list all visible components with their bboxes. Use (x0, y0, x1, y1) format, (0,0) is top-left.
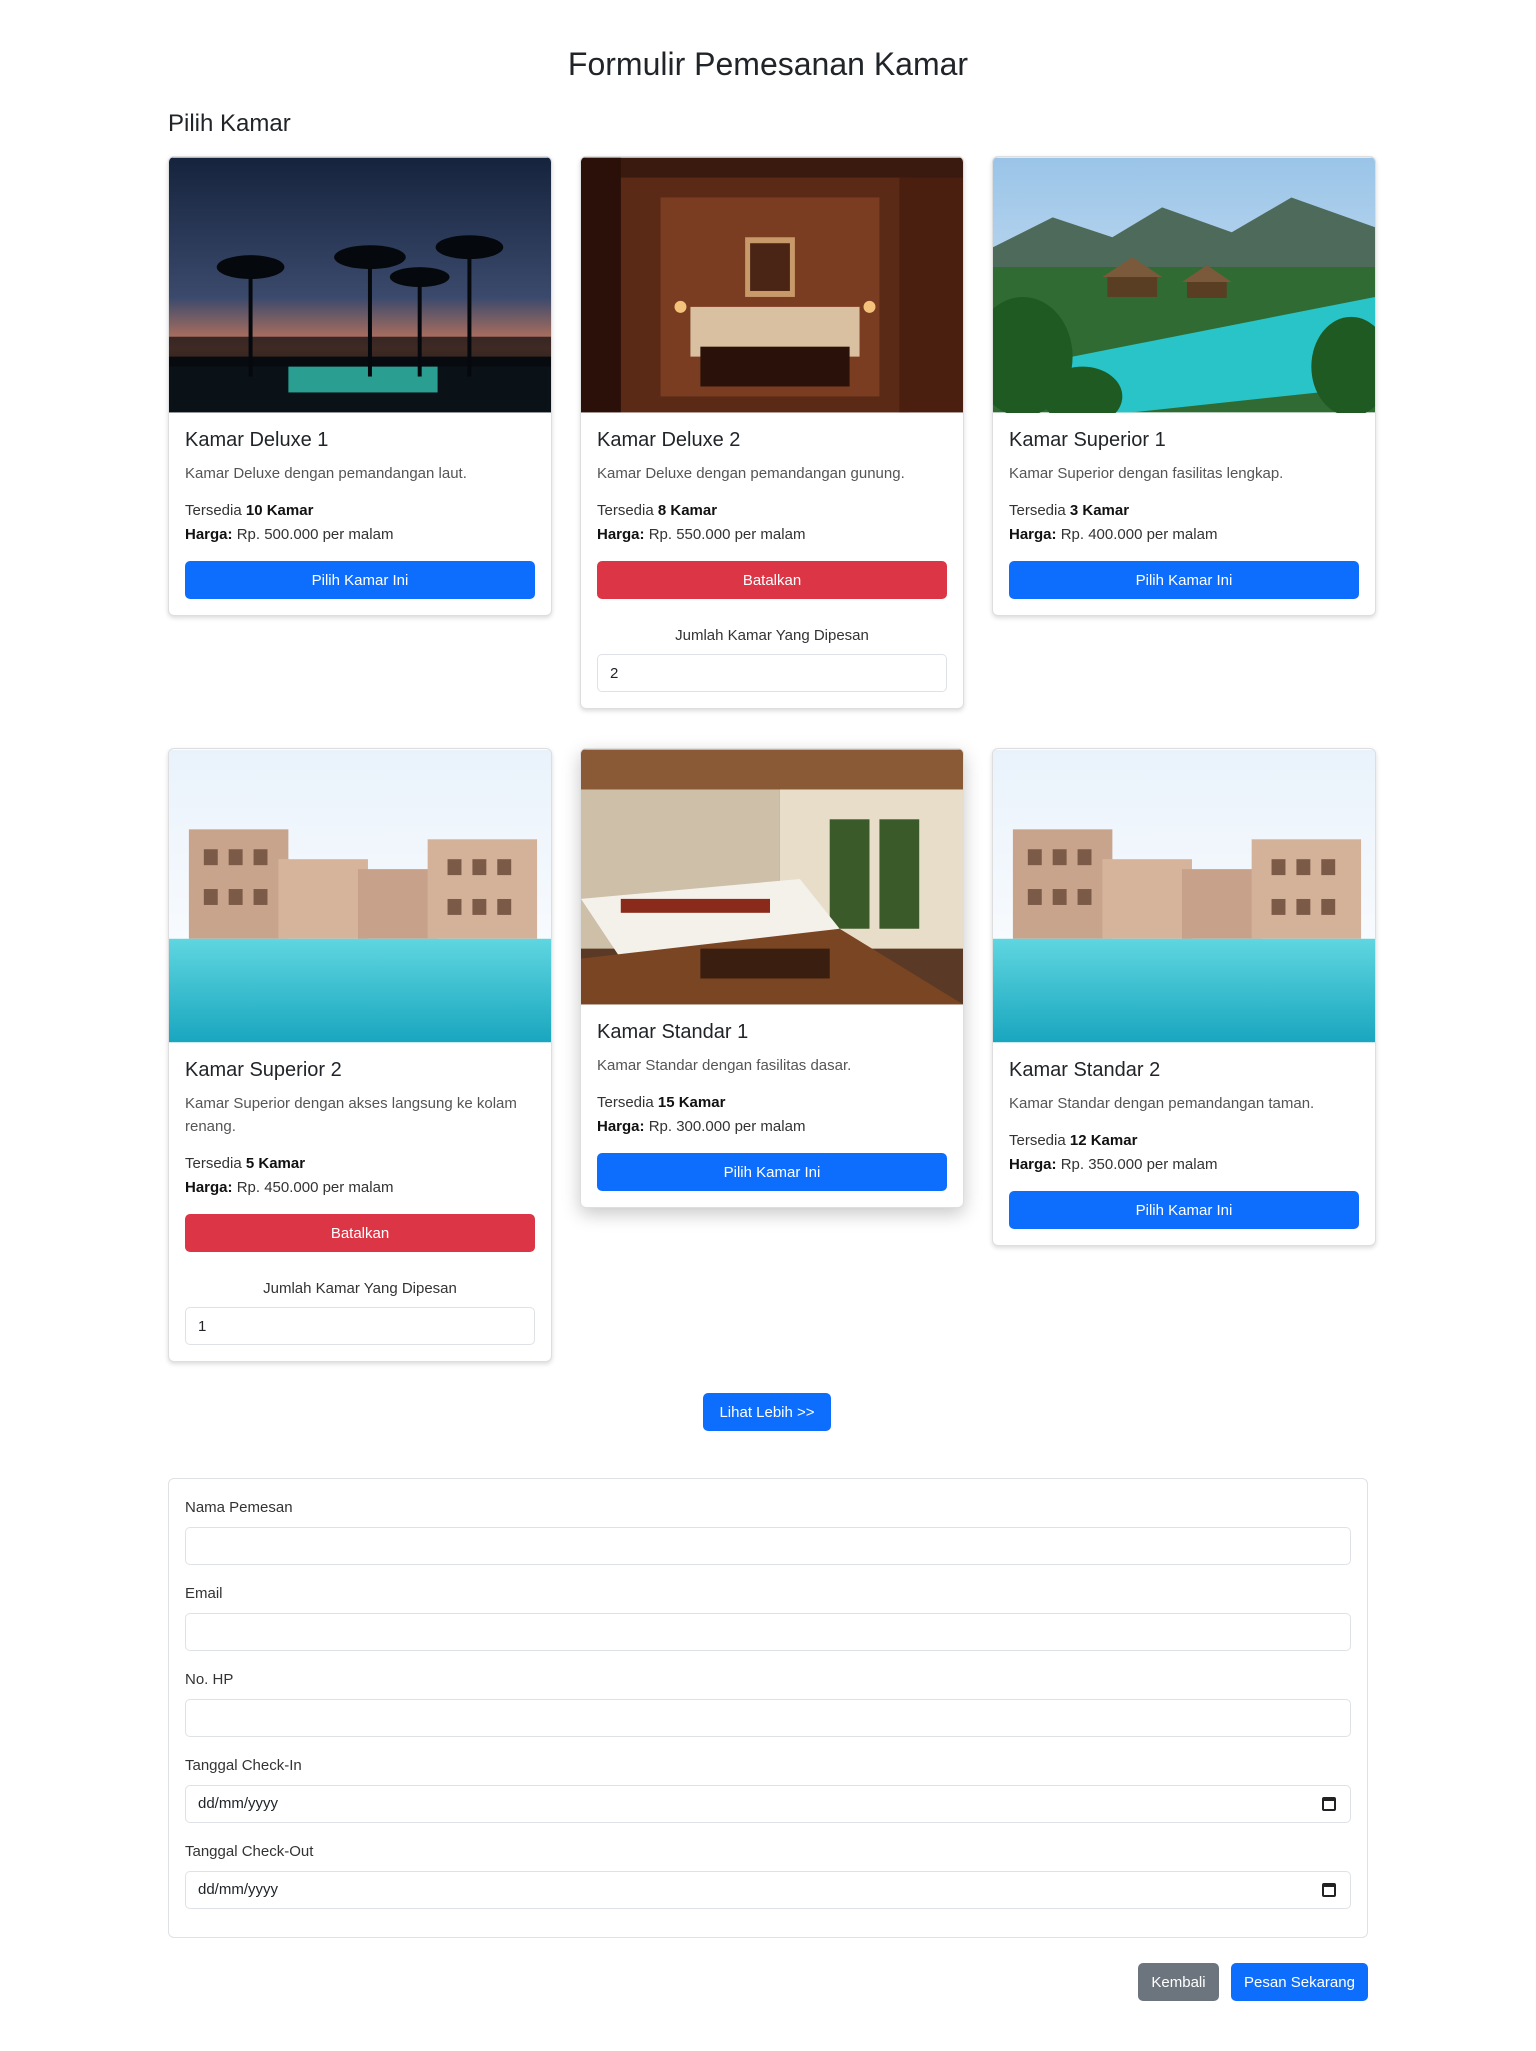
availability-count: 8 Kamar (657, 502, 718, 519)
room-card-superior-2: Kamar Superior 2 Kamar Superior dengan a… (168, 748, 552, 1362)
room-name: Kamar Deluxe 1 (185, 429, 329, 451)
page-title: Formulir Pemesanan Kamar (567, 46, 969, 82)
quantity-label: Jumlah Kamar Yang Dipesan (263, 1280, 457, 1297)
price-value: Rp. 500.000 per malam (236, 526, 394, 543)
cancel-room-button[interactable]: Batalkan (185, 1214, 535, 1252)
availability-count: 12 Kamar (1069, 1132, 1138, 1149)
quantity-input[interactable] (185, 1307, 535, 1345)
room-name: Kamar Standar 1 (597, 1021, 749, 1043)
availability-prefix: Tersedia (185, 1155, 242, 1172)
price-value: Rp. 450.000 per malam (236, 1179, 394, 1196)
checkout-label: Tanggal Check-Out (185, 1843, 314, 1860)
price-label: Harga: (597, 1118, 645, 1135)
price-label: Harga: (1009, 526, 1057, 543)
availability-count: 10 Kamar (245, 502, 314, 519)
select-room-button[interactable]: Pilih Kamar Ini (1009, 1191, 1359, 1229)
booking-form: Nama Pemesan Email No. HP Tanggal Check-… (168, 1478, 1368, 1938)
room-name: Kamar Standar 2 (1009, 1059, 1161, 1081)
calendar-icon[interactable] (1322, 1797, 1336, 1811)
checkin-label: Tanggal Check-In (185, 1757, 302, 1774)
room-description: Kamar Superior dengan akses langsung ke … (185, 1095, 517, 1135)
availability-count: 3 Kamar (1069, 502, 1130, 519)
room-description: Kamar Deluxe dengan pemandangan laut. (185, 465, 467, 482)
room-name: Kamar Superior 2 (185, 1059, 342, 1081)
order-now-button[interactable]: Pesan Sekarang (1231, 1963, 1368, 2001)
price-value: Rp. 550.000 per malam (648, 526, 806, 543)
back-button[interactable]: Kembali (1138, 1963, 1219, 2001)
availability-prefix: Tersedia (597, 1094, 654, 1111)
cancel-room-button[interactable]: Batalkan (597, 561, 947, 599)
price-label: Harga: (597, 526, 645, 543)
room-card-standar-2: Kamar Standar 2 Kamar Standar dengan pem… (992, 748, 1376, 1246)
phone-label: No. HP (185, 1671, 234, 1688)
select-room-button[interactable]: Pilih Kamar Ini (1009, 561, 1359, 599)
select-room-button[interactable]: Pilih Kamar Ini (597, 1153, 947, 1191)
name-label: Nama Pemesan (185, 1499, 293, 1516)
room-card-deluxe-1: Kamar Deluxe 1 Kamar Deluxe dengan peman… (168, 156, 552, 616)
availability-prefix: Tersedia (597, 502, 654, 519)
room-card-superior-1: Kamar Superior 1 Kamar Superior dengan f… (992, 156, 1376, 616)
room-photo (581, 749, 963, 1005)
calendar-icon[interactable] (1322, 1883, 1336, 1897)
name-input[interactable] (185, 1527, 1351, 1565)
room-name: Kamar Deluxe 2 (597, 429, 741, 451)
room-card-deluxe-2: Kamar Deluxe 2 Kamar Deluxe dengan peman… (580, 156, 964, 709)
price-value: Rp. 400.000 per malam (1060, 526, 1218, 543)
price-label: Harga: (1009, 1156, 1057, 1173)
availability-prefix: Tersedia (185, 502, 242, 519)
room-description: Kamar Standar dengan fasilitas dasar. (597, 1057, 852, 1074)
checkout-date-input[interactable]: dd/mm/yyyy (185, 1871, 1351, 1909)
room-description: Kamar Superior dengan fasilitas lengkap. (1009, 465, 1284, 482)
section-title: Pilih Kamar (168, 110, 291, 137)
price-label: Harga: (185, 526, 233, 543)
room-photo (581, 157, 963, 413)
room-name: Kamar Superior 1 (1009, 429, 1166, 451)
room-photo (169, 749, 551, 1043)
room-photo (993, 157, 1375, 413)
phone-input[interactable] (185, 1699, 1351, 1737)
availability-prefix: Tersedia (1009, 1132, 1066, 1149)
room-description: Kamar Deluxe dengan pemandangan gunung. (597, 465, 905, 482)
checkin-placeholder: dd/mm/yyyy (198, 1795, 279, 1812)
price-label: Harga: (185, 1179, 233, 1196)
room-photo (169, 157, 551, 413)
availability-count: 5 Kamar (245, 1155, 306, 1172)
price-value: Rp. 300.000 per malam (648, 1118, 806, 1135)
room-photo (993, 749, 1375, 1043)
availability-count: 15 Kamar (657, 1094, 726, 1111)
quantity-input[interactable] (597, 654, 947, 692)
email-input[interactable] (185, 1613, 1351, 1651)
checkin-date-input[interactable]: dd/mm/yyyy (185, 1785, 1351, 1823)
select-room-button[interactable]: Pilih Kamar Ini (185, 561, 535, 599)
quantity-label: Jumlah Kamar Yang Dipesan (675, 627, 869, 644)
availability-prefix: Tersedia (1009, 502, 1066, 519)
email-label: Email (185, 1585, 223, 1602)
room-description: Kamar Standar dengan pemandangan taman. (1009, 1095, 1315, 1112)
see-more-button[interactable]: Lihat Lebih >> (703, 1393, 831, 1431)
checkout-placeholder: dd/mm/yyyy (198, 1881, 279, 1898)
room-card-standar-1: Kamar Standar 1 Kamar Standar dengan fas… (580, 748, 964, 1208)
price-value: Rp. 350.000 per malam (1060, 1156, 1218, 1173)
